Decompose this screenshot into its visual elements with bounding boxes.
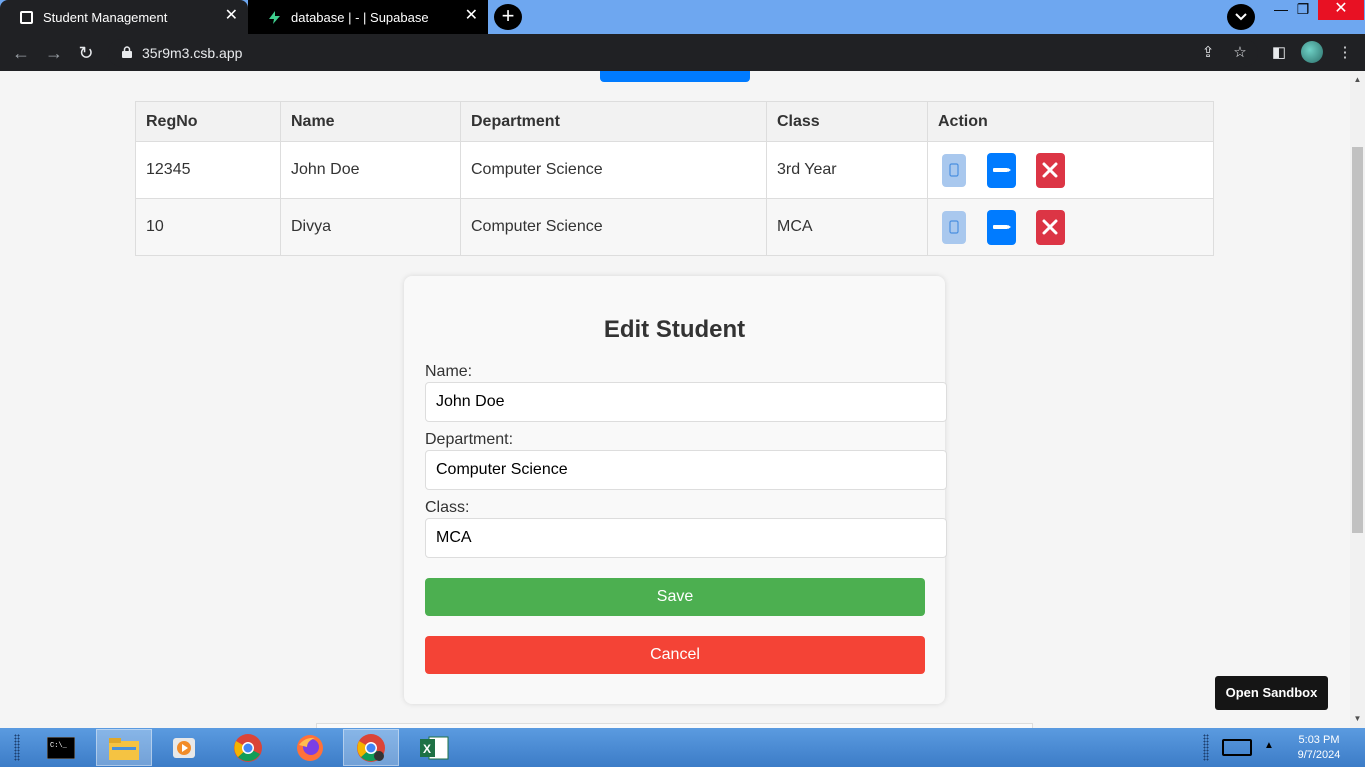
class-label: Class: xyxy=(425,499,470,516)
taskbar-file-explorer[interactable] xyxy=(96,729,152,766)
taskbar-excel[interactable]: X xyxy=(406,729,462,766)
tray-grip xyxy=(1203,734,1209,761)
taskbar-firefox[interactable] xyxy=(282,729,338,766)
cell-class: MCA xyxy=(766,198,928,256)
scroll-thumb[interactable] xyxy=(1352,147,1363,533)
department-field[interactable]: Computer Science xyxy=(425,450,947,490)
pencil-icon xyxy=(992,225,1011,229)
forward-arrow-icon[interactable]: → xyxy=(43,42,65,64)
url-text: 35r9m3.csb.app xyxy=(142,45,243,61)
column-header-regno: RegNo xyxy=(135,101,281,142)
taskbar-grip xyxy=(14,734,20,761)
tab-supabase[interactable]: database | - | Supabase ✕ xyxy=(248,0,488,34)
svg-text:X: X xyxy=(423,742,431,756)
chevron-down-icon xyxy=(1235,13,1247,21)
open-sandbox-button[interactable]: Open Sandbox xyxy=(1215,676,1328,710)
column-header-class: Class xyxy=(766,101,928,142)
cell-name: John Doe xyxy=(280,141,461,199)
column-header-name: Name xyxy=(280,101,461,142)
page-scrollbar[interactable]: ▲ ▼ xyxy=(1350,71,1365,728)
taskbar-terminal[interactable]: C:\_ xyxy=(33,729,89,766)
url-field[interactable]: 35r9m3.csb.app xyxy=(108,39,1258,67)
chrome-icon xyxy=(357,733,385,762)
column-header-action: Action xyxy=(927,101,1214,142)
profile-avatar[interactable] xyxy=(1301,41,1323,63)
table-row: 10 Divya Computer Science MCA xyxy=(135,198,1214,256)
edit-student-form: Edit Student Name: John Doe Department: … xyxy=(404,276,947,704)
cancel-button[interactable]: Cancel xyxy=(425,636,925,674)
clock-date: 9/7/2024 xyxy=(1297,749,1341,761)
cell-regno: 12345 xyxy=(135,141,281,199)
tray-chevron-up-icon[interactable]: ▲ xyxy=(1264,740,1274,751)
cell-department: Computer Science xyxy=(460,198,767,256)
page-icon xyxy=(20,10,33,24)
cell-department: Computer Science xyxy=(460,141,767,199)
view-button[interactable] xyxy=(942,153,966,187)
column-header-department: Department xyxy=(460,101,767,142)
window-close-button[interactable]: ✕ xyxy=(1318,0,1364,20)
cell-regno: 10 xyxy=(135,198,281,256)
tab-title: Student Management xyxy=(43,9,168,25)
scroll-up-arrow-icon[interactable]: ▲ xyxy=(1353,76,1362,84)
page-viewport: RegNo Name Department Class Action 12345… xyxy=(0,71,1350,728)
menu-kebab-icon[interactable]: ⋮ xyxy=(1335,43,1355,63)
side-panel-icon[interactable]: ◧ xyxy=(1269,43,1289,63)
close-icon xyxy=(1042,219,1058,235)
chrome-icon xyxy=(234,733,262,762)
close-icon[interactable]: ✕ xyxy=(225,8,238,24)
bookmark-star-icon[interactable]: ☆ xyxy=(1230,43,1250,63)
media-player-icon xyxy=(173,737,195,758)
form-title: Edit Student xyxy=(603,316,746,343)
share-icon[interactable]: ⇪ xyxy=(1198,43,1218,63)
table-header-row: RegNo Name Department Class Action xyxy=(135,101,1214,142)
browser-tab-bar: Student Management ✕ database | - | Supa… xyxy=(0,0,1365,34)
phone-icon xyxy=(949,220,959,234)
clock-time: 5:03 PM xyxy=(1298,734,1340,746)
pencil-icon xyxy=(992,168,1011,172)
table-row: 12345 John Doe Computer Science 3rd Year xyxy=(135,141,1214,199)
taskbar-chrome-active[interactable] xyxy=(343,729,399,766)
scroll-down-arrow-icon[interactable]: ▼ xyxy=(1353,715,1362,723)
folder-icon xyxy=(109,737,139,760)
system-clock[interactable]: 5:03 PM 9/7/2024 xyxy=(1284,733,1354,763)
firefox-icon xyxy=(297,734,323,761)
terminal-icon: C:\_ xyxy=(47,736,75,759)
cell-class: 3rd Year xyxy=(766,141,928,199)
class-field[interactable]: MCA xyxy=(425,518,947,558)
cell-actions xyxy=(927,141,1214,199)
taskbar-chrome[interactable] xyxy=(220,729,276,766)
lock-icon[interactable] xyxy=(122,46,132,58)
new-tab-button[interactable]: + xyxy=(494,4,522,30)
close-icon[interactable]: ✕ xyxy=(465,8,478,24)
back-arrow-icon[interactable]: ← xyxy=(10,42,32,64)
department-label: Department: xyxy=(425,431,514,448)
name-label: Name: xyxy=(425,363,473,380)
edit-button[interactable] xyxy=(987,209,1017,245)
delete-button[interactable] xyxy=(1035,152,1065,188)
tab-student-management[interactable]: Student Management ✕ xyxy=(0,0,248,34)
tab-title: database | - | Supabase xyxy=(291,9,429,25)
cell-name: Divya xyxy=(280,198,461,256)
taskbar-media-player[interactable] xyxy=(156,729,212,766)
cell-actions xyxy=(927,198,1214,256)
add-student-button[interactable] xyxy=(600,71,750,82)
students-table: RegNo Name Department Class Action 12345… xyxy=(135,101,1214,256)
supabase-icon xyxy=(268,10,281,24)
close-icon xyxy=(1042,162,1058,178)
view-button[interactable] xyxy=(942,210,966,244)
excel-icon: X xyxy=(420,736,449,759)
svg-text:C:\_: C:\_ xyxy=(50,742,68,750)
windows-taskbar: C:\_ X ▲ 5:03 PM 9/7/2024 xyxy=(0,728,1365,767)
keyboard-icon[interactable] xyxy=(1222,739,1252,756)
phone-icon xyxy=(949,163,959,177)
reload-icon[interactable]: ↻ xyxy=(75,42,97,64)
name-field[interactable]: John Doe xyxy=(425,382,947,422)
edit-button[interactable] xyxy=(987,152,1017,188)
address-bar-row: ← → ↻ 35r9m3.csb.app ⇪ ☆ ◧ ⋮ xyxy=(0,34,1365,71)
tab-search-button[interactable] xyxy=(1227,4,1255,30)
save-button[interactable]: Save xyxy=(425,578,925,616)
delete-button[interactable] xyxy=(1035,209,1065,245)
